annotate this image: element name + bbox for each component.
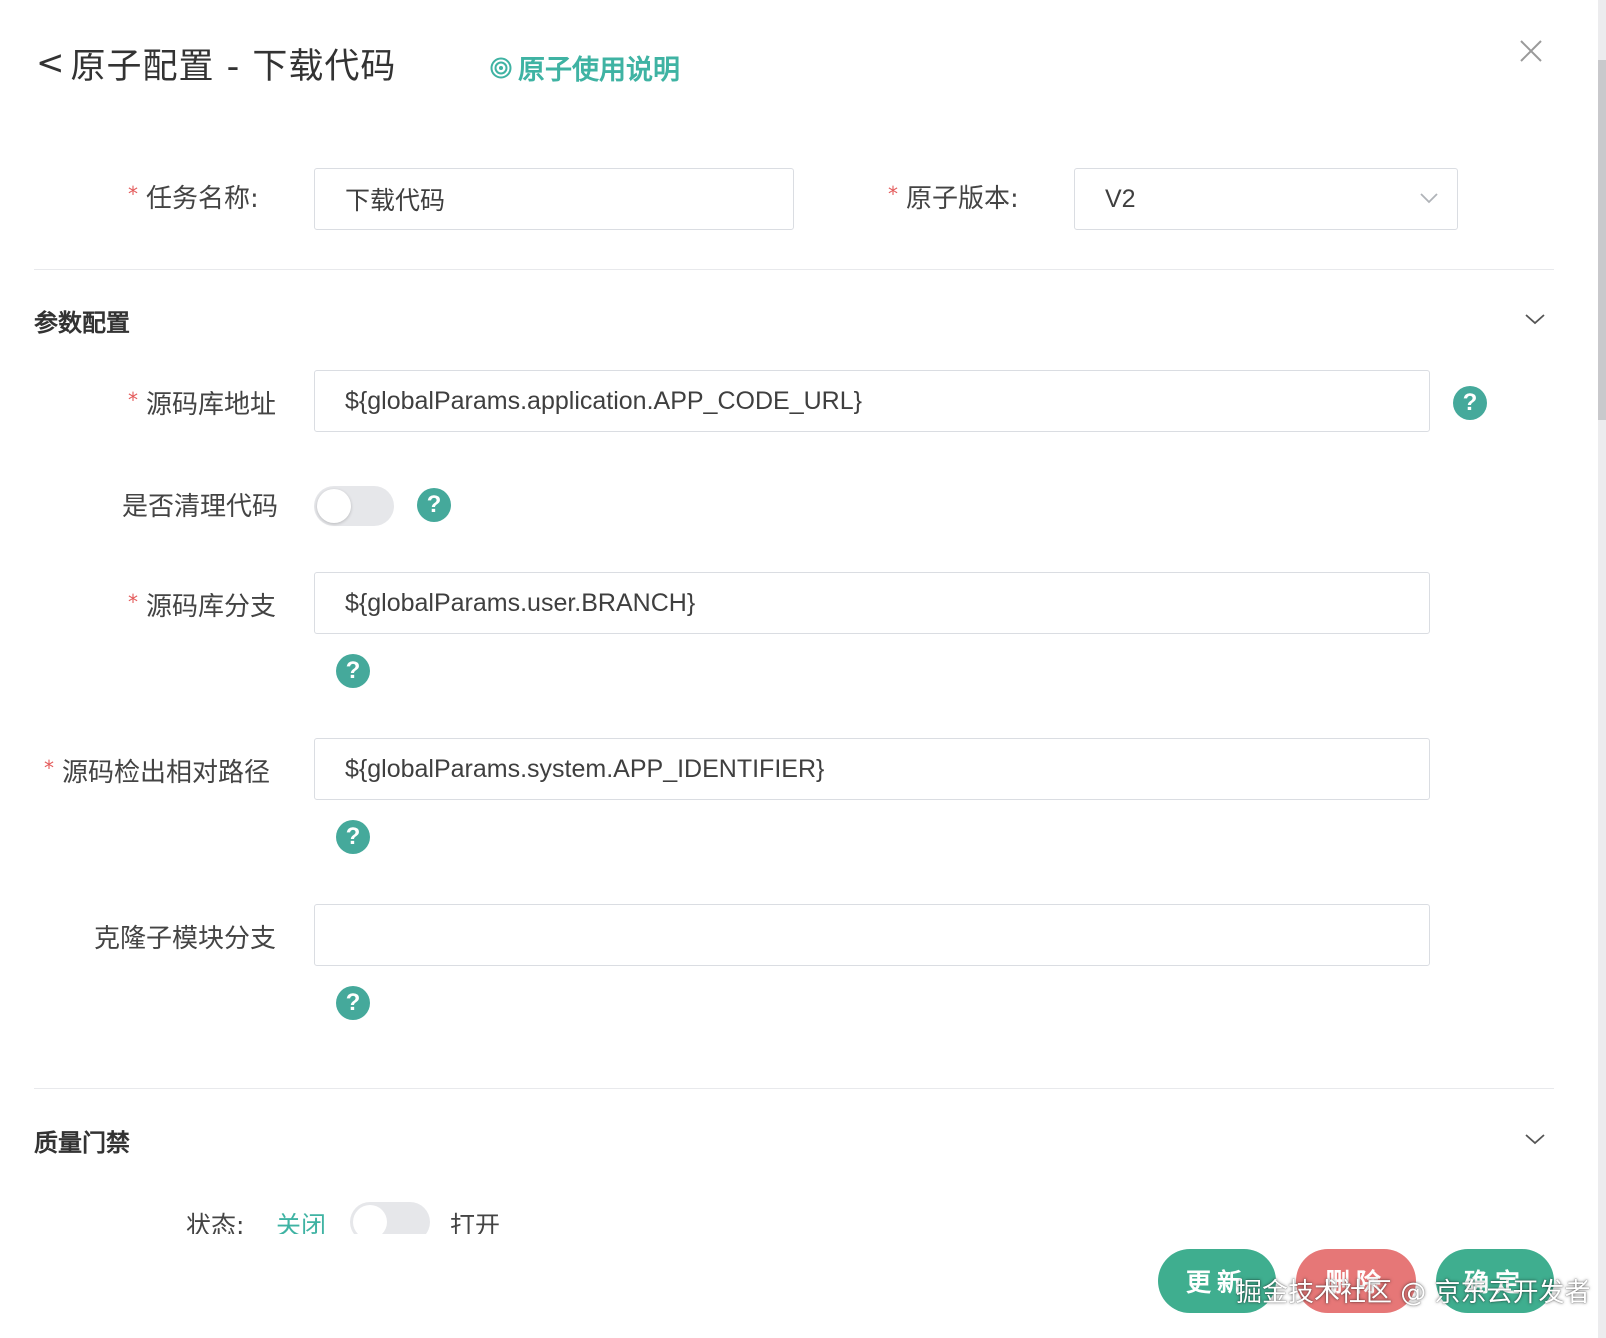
toggle-knob <box>353 1205 387 1234</box>
scrollbar-thumb[interactable] <box>1598 60 1606 420</box>
version-select[interactable]: V2 <box>1074 168 1458 230</box>
repo-url-label: * 源码库地址 <box>128 387 277 421</box>
params-section-title[interactable]: 参数配置 <box>34 303 130 338</box>
watermark: 掘金技术社区 @ 京东云开发者 <box>1236 1278 1591 1308</box>
task-name-input[interactable]: 下载代码 <box>314 168 794 230</box>
status-label: 状态: <box>186 1211 245 1234</box>
close-icon[interactable] <box>1518 38 1544 64</box>
divider <box>34 1088 1554 1089</box>
usage-link-label[interactable]: 原子使用说明 <box>518 48 680 87</box>
version-label: * 原子版本: <box>888 181 1019 215</box>
help-icon[interactable]: ? <box>336 654 370 688</box>
branch-input[interactable]: ${globalParams.user.BRANCH} <box>314 572 1430 634</box>
dialog-header: < 原子配置 - 下载代码 <box>36 40 397 87</box>
dialog-title: 原子配置 - 下载代码 <box>70 46 397 87</box>
submodule-branch-input[interactable] <box>314 904 1430 966</box>
usage-guide-link[interactable]: 原子使用说明 <box>490 48 680 87</box>
status-on-label: 打开 <box>450 1211 501 1234</box>
chevron-down-icon <box>1420 193 1438 204</box>
task-name-label: * 任务名称: <box>128 181 259 215</box>
divider <box>34 269 1554 270</box>
required-mark: * <box>888 181 898 206</box>
required-mark: * <box>128 589 138 614</box>
checkout-path-label: * 源码检出相对路径 <box>44 755 271 789</box>
back-icon[interactable]: < <box>36 46 65 80</box>
branch-label: * 源码库分支 <box>128 589 277 623</box>
help-icon[interactable]: ? <box>417 488 451 522</box>
target-icon <box>490 57 512 78</box>
submodule-branch-label: 克隆子模块分支 <box>94 924 277 954</box>
required-mark: * <box>128 387 138 412</box>
help-icon[interactable]: ? <box>1453 386 1487 420</box>
help-icon[interactable]: ? <box>336 986 370 1020</box>
clean-code-label: 是否清理代码 <box>122 492 279 522</box>
quality-status-row: 状态: 关闭 打开 <box>186 1202 526 1234</box>
required-mark: * <box>44 755 54 780</box>
clean-code-toggle[interactable] <box>314 486 394 526</box>
status-off-label: 关闭 <box>276 1211 327 1234</box>
chevron-down-icon[interactable] <box>1524 312 1546 326</box>
required-mark: * <box>128 181 138 206</box>
help-icon[interactable]: ? <box>336 820 370 854</box>
chevron-down-icon[interactable] <box>1524 1132 1546 1146</box>
page-scrollbar[interactable] <box>1598 0 1606 1338</box>
quality-section-title[interactable]: 质量门禁 <box>34 1123 130 1158</box>
toggle-knob <box>317 489 351 523</box>
repo-url-input[interactable]: ${globalParams.application.APP_CODE_URL} <box>314 370 1430 432</box>
quality-gate-toggle[interactable] <box>350 1202 430 1234</box>
checkout-path-input[interactable]: ${globalParams.system.APP_IDENTIFIER} <box>314 738 1430 800</box>
